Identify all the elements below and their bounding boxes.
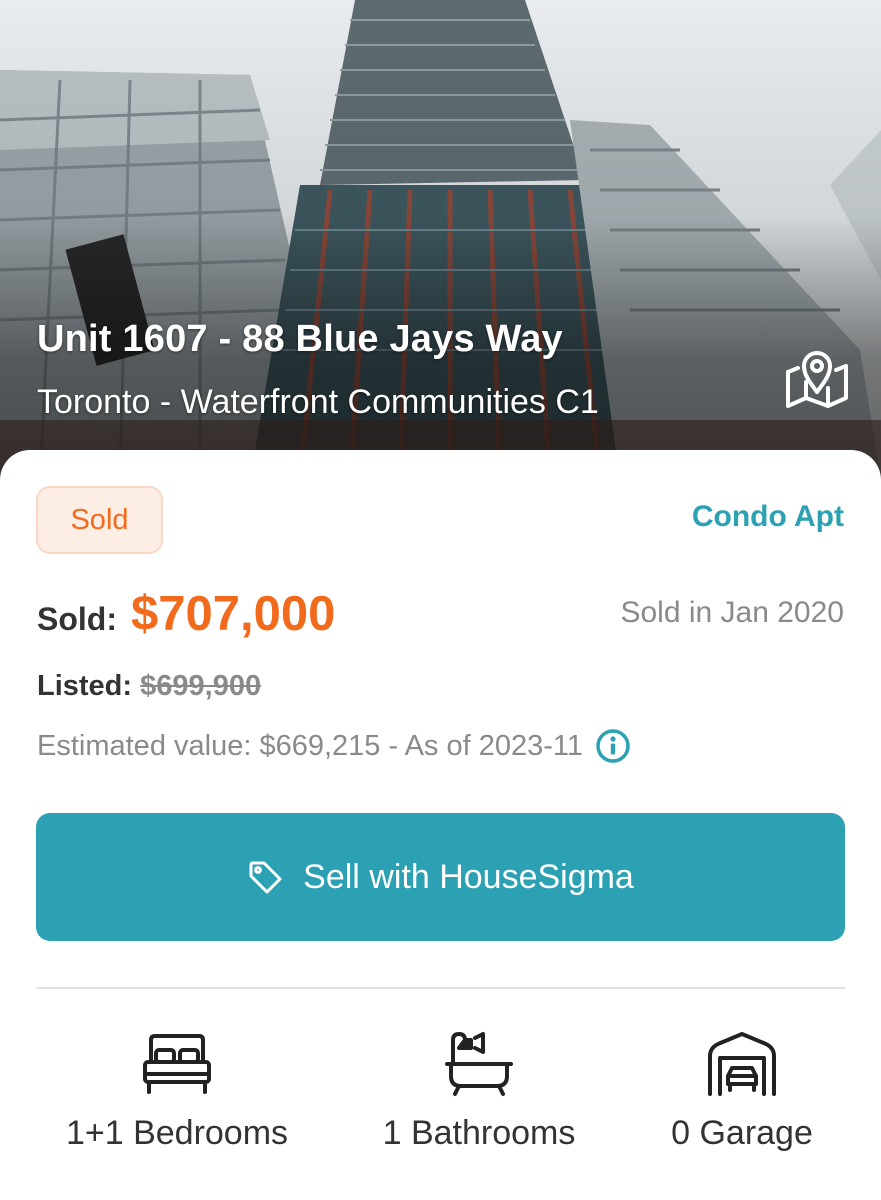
garage-icon xyxy=(708,1032,776,1096)
estimated-value-row: Estimated value: $669,215 - As of 2023-1… xyxy=(37,728,631,764)
listed-price: $699,900 xyxy=(140,670,262,702)
hero-photo[interactable]: Unit 1607 - 88 Blue Jays Way Toronto - W… xyxy=(0,0,881,480)
bedrooms-label: 1+1 Bedrooms xyxy=(65,1114,289,1152)
feature-bedrooms: 1+1 Bedrooms xyxy=(52,1030,302,1153)
sold-label: Sold: xyxy=(37,601,117,637)
listing-address: Unit 1607 - 88 Blue Jays Way xyxy=(37,318,563,360)
info-icon[interactable] xyxy=(595,728,631,764)
feature-garage: 0 Garage xyxy=(650,1030,834,1153)
sell-with-housesigma-button[interactable]: Sell with HouseSigma xyxy=(36,813,845,941)
divider xyxy=(36,987,845,989)
garage-label: 0 Garage xyxy=(671,1114,813,1152)
sold-price: $707,000 xyxy=(130,587,336,641)
sell-button-label: Sell with HouseSigma xyxy=(303,857,634,896)
listed-price-row: Listed: $699,900 xyxy=(37,670,261,703)
estimated-value: Estimated value: $669,215 - As of 2023-1… xyxy=(37,729,583,762)
map-pin-icon[interactable] xyxy=(784,348,850,410)
property-type: Condo Apt xyxy=(691,500,844,533)
listing-card: Sold Condo Apt Sold: $707,000 Sold in Ja… xyxy=(0,450,881,1200)
bathrooms-label: 1 Bathrooms xyxy=(382,1114,576,1152)
sold-price-row: Sold: $707,000 xyxy=(37,586,335,642)
sold-date: Sold in Jan 2020 xyxy=(620,596,844,629)
bathtub-icon xyxy=(445,1032,513,1096)
feature-bathrooms: 1 Bathrooms xyxy=(364,1030,594,1153)
bed-icon xyxy=(143,1034,211,1094)
status-badge: Sold xyxy=(36,486,163,554)
listing-neighbourhood: Toronto - Waterfront Communities C1 xyxy=(37,383,599,421)
tag-icon xyxy=(249,861,282,894)
listed-label: Listed: xyxy=(37,670,133,702)
